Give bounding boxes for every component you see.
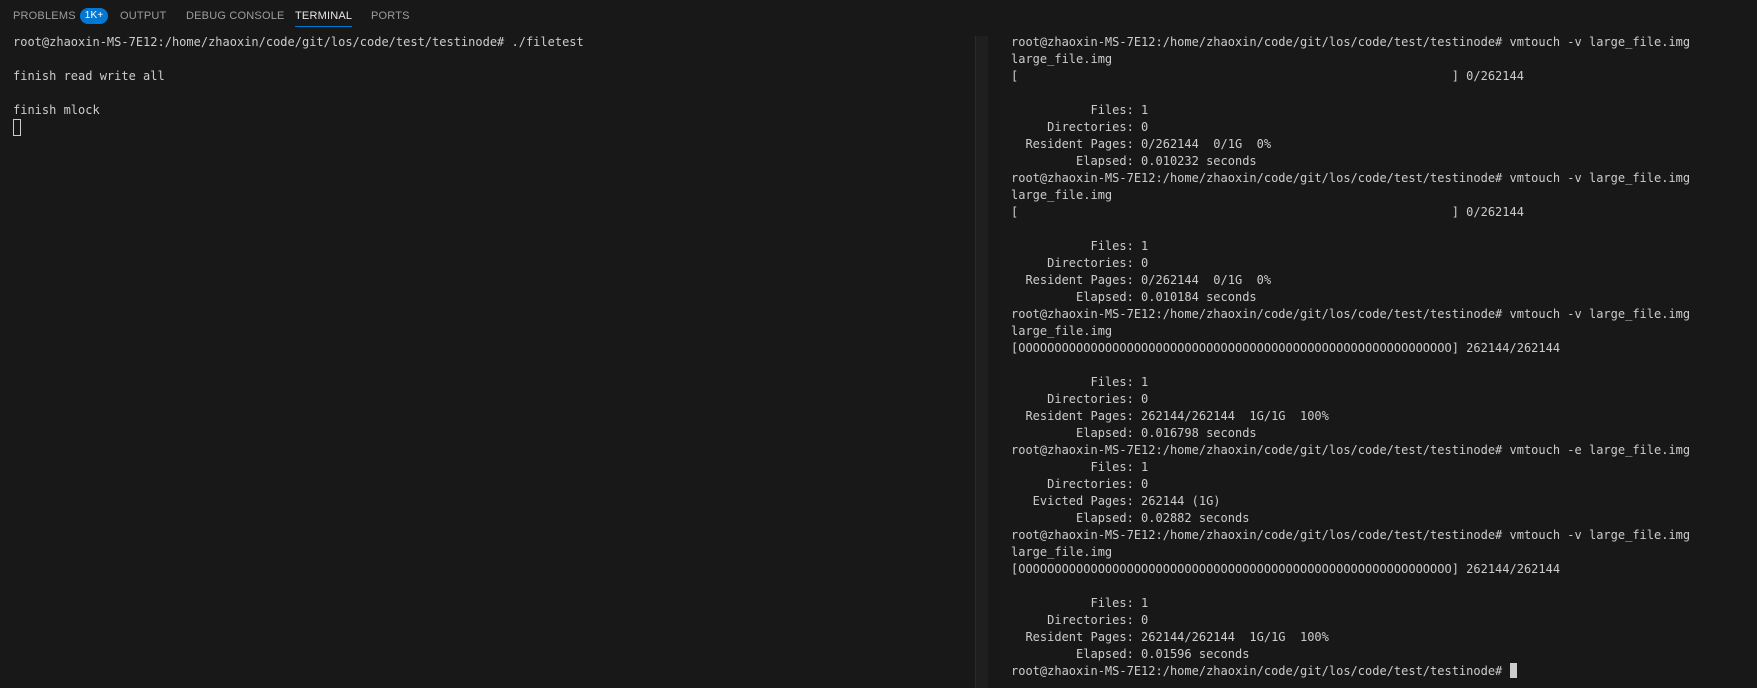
terminal-prompt-line[interactable]: root@zhaoxin-MS-7E12:/home/zhaoxin/code/… [1011, 663, 1690, 680]
terminal-line: Elapsed: 0.016798 seconds [1011, 426, 1257, 440]
problems-count-badge: 1K+ [79, 8, 109, 24]
terminal-line: Directories: 0 [1011, 256, 1149, 270]
terminal-line: large_file.img [1011, 545, 1113, 559]
terminal-line: Elapsed: 0.010184 seconds [1011, 290, 1257, 304]
terminal-line: Elapsed: 0.010232 seconds [1011, 154, 1257, 168]
terminal-line: Resident Pages: 0/262144 0/1G 0% [1011, 273, 1272, 287]
terminal-cursor [1509, 663, 1517, 678]
terminal-line: root@zhaoxin-MS-7E12:/home/zhaoxin/code/… [1011, 171, 1691, 185]
tab-debug-console-label: DEBUG CONSOLE [186, 10, 285, 22]
terminal-pane-right[interactable]: root@zhaoxin-MS-7E12:/home/zhaoxin/code/… [978, 34, 1757, 688]
terminal-pane-left[interactable]: root@zhaoxin-MS-7E12:/home/zhaoxin/code/… [0, 34, 975, 688]
terminal-line: large_file.img [1011, 324, 1113, 338]
terminal-line: Files: 1 [1011, 596, 1149, 610]
tab-ports[interactable]: PORTS [371, 0, 410, 32]
terminal-left-output: root@zhaoxin-MS-7E12:/home/zhaoxin/code/… [13, 34, 584, 136]
terminal-line: Directories: 0 [1011, 477, 1149, 491]
tab-ports-label: PORTS [371, 10, 410, 22]
terminal-line: Resident Pages: 0/262144 0/1G 0% [1011, 137, 1272, 151]
terminal-line: Directories: 0 [1011, 120, 1149, 134]
terminal-line: large_file.img [1011, 188, 1113, 202]
terminal-line: Files: 1 [1011, 375, 1149, 389]
terminal-line: Resident Pages: 262144/262144 1G/1G 100% [1011, 630, 1329, 644]
terminal-line: finish read write all [13, 69, 165, 83]
terminal-line: Files: 1 [1011, 460, 1149, 474]
terminal-line: root@zhaoxin-MS-7E12:/home/zhaoxin/code/… [1011, 307, 1691, 321]
terminal-line: Files: 1 [1011, 103, 1149, 117]
terminal-line: Directories: 0 [1011, 613, 1149, 627]
terminal-line: [ ] 0/262144 [1011, 69, 1524, 83]
terminal-line: Elapsed: 0.02882 seconds [1011, 511, 1250, 525]
terminal-line: root@zhaoxin-MS-7E12:/home/zhaoxin/code/… [1011, 35, 1691, 49]
terminal-line: finish mlock [13, 103, 100, 117]
terminal-line: root@zhaoxin-MS-7E12:/home/zhaoxin/code/… [13, 35, 584, 49]
terminal-line: root@zhaoxin-MS-7E12:/home/zhaoxin/code/… [1011, 443, 1691, 457]
terminal-line: Evicted Pages: 262144 (1G) [1011, 494, 1221, 508]
terminal-cursor [13, 119, 21, 136]
tab-terminal-label: TERMINAL [295, 10, 353, 22]
terminal-right-output: root@zhaoxin-MS-7E12:/home/zhaoxin/code/… [1011, 34, 1690, 680]
panel-tab-bar: PROBLEMS 1K+ OUTPUT DEBUG CONSOLE TERMINA… [0, 0, 1757, 34]
terminal-line: [OOOOOOOOOOOOOOOOOOOOOOOOOOOOOOOOOOOOOOO… [1011, 341, 1561, 355]
tab-problems-label: PROBLEMS [13, 10, 76, 22]
terminal-line: root@zhaoxin-MS-7E12:/home/zhaoxin/code/… [1011, 528, 1691, 542]
terminal-prompt: root@zhaoxin-MS-7E12:/home/zhaoxin/code/… [1011, 664, 1510, 678]
tab-problems[interactable]: PROBLEMS 1K+ [13, 0, 109, 32]
terminal-line: Elapsed: 0.01596 seconds [1011, 647, 1250, 661]
terminal-line: [OOOOOOOOOOOOOOOOOOOOOOOOOOOOOOOOOOOOOOO… [1011, 562, 1561, 576]
tab-debug-console[interactable]: DEBUG CONSOLE [186, 0, 285, 32]
terminal-line: Directories: 0 [1011, 392, 1149, 406]
terminal-line: Files: 1 [1011, 239, 1149, 253]
tab-output-label: OUTPUT [120, 10, 167, 22]
terminal-line: [ ] 0/262144 [1011, 205, 1524, 219]
tab-output[interactable]: OUTPUT [120, 0, 166, 32]
terminal-line: Resident Pages: 262144/262144 1G/1G 100% [1011, 409, 1329, 423]
terminal-line: large_file.img [1011, 52, 1113, 66]
terminal-prompt-line[interactable] [13, 119, 584, 136]
tab-terminal[interactable]: TERMINAL [295, 0, 353, 32]
